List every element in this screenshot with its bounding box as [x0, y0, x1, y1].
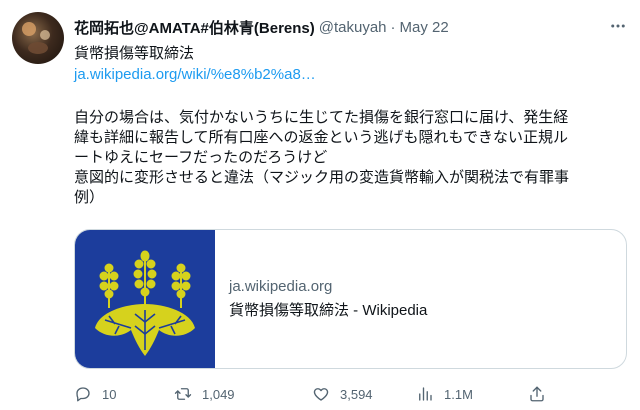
share-button[interactable] [528, 385, 546, 403]
reply-button[interactable]: 10 [74, 385, 116, 403]
reply-icon [76, 387, 90, 402]
tweet-header: 花岡拓也@AMATA#伯林青(Berens) @takuyah · May 22 [74, 16, 614, 38]
views-button[interactable]: 1.1M [416, 385, 473, 403]
like-button[interactable]: 3,594 [312, 385, 373, 403]
retweet-button[interactable]: 1,049 [174, 385, 235, 403]
avatar[interactable] [12, 12, 64, 64]
more-icon [611, 24, 625, 28]
wikipedia-link[interactable]: ja.wikipedia.org/wiki/%e8%b2%a8… [74, 66, 316, 83]
share-icon [530, 386, 544, 402]
tweet-body: 自分の場合は、気付かないうちに生じてた損傷を銀行窓口に届け、発生経 緯も詳細に報… [74, 109, 570, 206]
user-handle[interactable]: @takuyah [319, 19, 387, 36]
retweet-icon [174, 388, 192, 400]
card-thumbnail [75, 230, 215, 368]
tweet-title-text: 貨幣損傷等取締法 [74, 45, 195, 62]
views-count: 1.1M [444, 386, 473, 402]
tweet-date[interactable]: May 22 [400, 19, 449, 36]
link-preview-card[interactable]: ja.wikipedia.org 貨幣損傷等取締法 - Wikipedia [74, 229, 627, 369]
tweet[interactable]: 花岡拓也@AMATA#伯林青(Berens) @takuyah · May 22… [0, 0, 640, 410]
retweet-count: 1,049 [202, 386, 235, 402]
like-count: 3,594 [340, 386, 373, 402]
like-icon [313, 388, 329, 401]
reply-count: 10 [102, 386, 117, 402]
card-text: ja.wikipedia.org 貨幣損傷等取締法 - Wikipedia [215, 230, 427, 368]
separator-dot: · [390, 18, 396, 36]
action-bar: 10 1,049 3,594 1.1M [74, 382, 622, 406]
display-name[interactable]: 花岡拓也@AMATA#伯林青(Berens) [74, 17, 315, 38]
views-icon [419, 387, 432, 401]
paulownia-emblem-icon [95, 250, 195, 356]
card-title[interactable]: 貨幣損傷等取締法 - Wikipedia [229, 299, 427, 320]
card-domain: ja.wikipedia.org [229, 278, 333, 295]
more-options-button[interactable] [606, 14, 630, 38]
